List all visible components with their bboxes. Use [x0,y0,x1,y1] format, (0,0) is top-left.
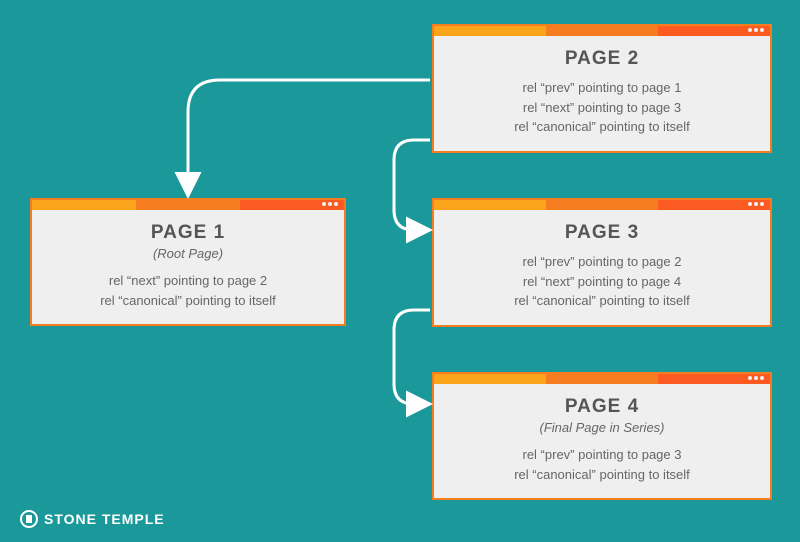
arrow-page3-to-page4 [394,310,430,404]
page-rel-line: rel “canonical” pointing to itself [452,465,752,485]
page-2-window: PAGE 2 rel “prev” pointing to page 1 rel… [432,24,772,153]
brand-text: STONE TEMPLE [44,511,165,527]
page-rel-line: rel “next” pointing to page 3 [452,98,752,118]
page-1-window: PAGE 1 (Root Page) rel “next” pointing t… [30,198,346,326]
arrow-page2-to-page1 [188,80,430,190]
page-rel-line: rel “prev” pointing to page 1 [452,78,752,98]
window-controls-icon [748,28,764,32]
brand-label: STONE TEMPLE [20,510,165,528]
page-title: PAGE 4 [452,396,752,418]
page-rel-line: rel “next” pointing to page 2 [50,271,326,291]
page-title: PAGE 2 [452,48,752,70]
page-rel-line: rel “canonical” pointing to itself [452,117,752,137]
page-rel-line: rel “next” pointing to page 4 [452,272,752,292]
window-controls-icon [322,202,338,206]
window-titlebar [434,374,770,384]
window-controls-icon [748,202,764,206]
window-titlebar [434,200,770,210]
page-title: PAGE 1 [50,222,326,244]
page-subtitle: (Root Page) [50,246,326,261]
page-4-window: PAGE 4 (Final Page in Series) rel “prev”… [432,372,772,500]
arrow-page2-to-page3 [394,140,430,230]
window-titlebar [434,26,770,36]
page-rel-line: rel “prev” pointing to page 3 [452,445,752,465]
window-titlebar [32,200,344,210]
brand-logo-icon [20,510,38,528]
window-controls-icon [748,376,764,380]
page-subtitle: (Final Page in Series) [452,420,752,435]
page-3-window: PAGE 3 rel “prev” pointing to page 2 rel… [432,198,772,327]
page-rel-line: rel “canonical” pointing to itself [452,291,752,311]
page-rel-line: rel “prev” pointing to page 2 [452,252,752,272]
page-title: PAGE 3 [452,222,752,244]
page-rel-line: rel “canonical” pointing to itself [50,291,326,311]
